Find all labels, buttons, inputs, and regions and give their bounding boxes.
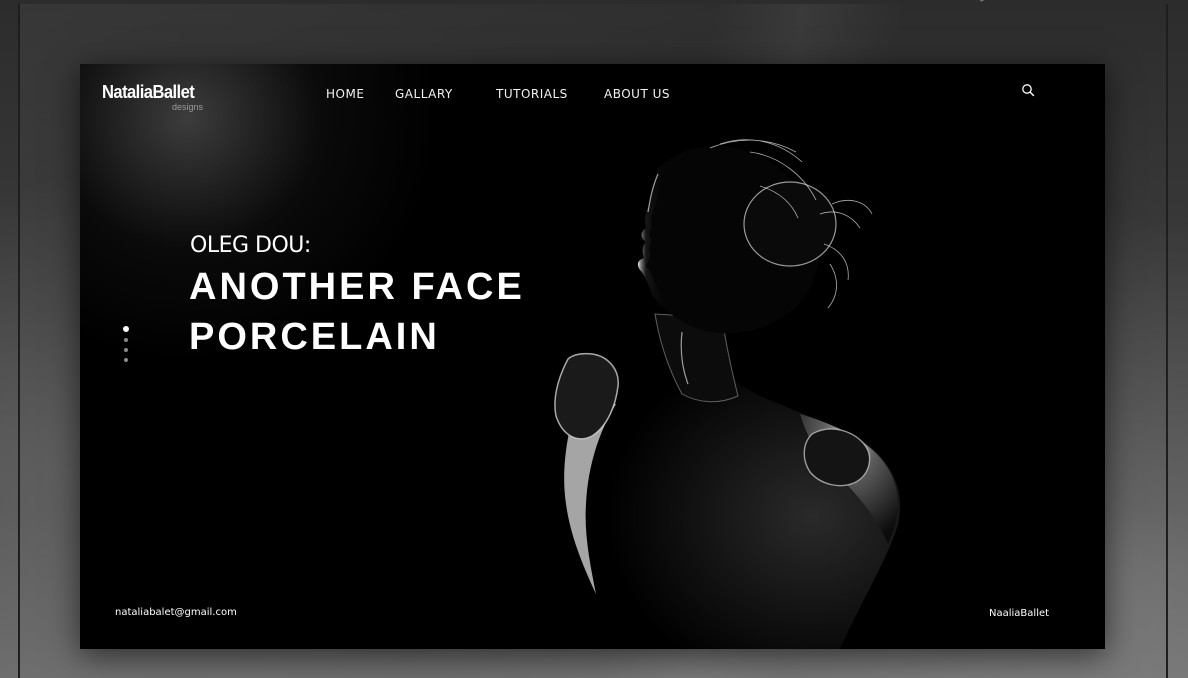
slide-dot-2[interactable] [124, 338, 128, 342]
hero-headline-line-1: ANOTHER FACE [189, 266, 525, 308]
slide-dot-4[interactable] [124, 358, 128, 362]
nav-item-about-us[interactable]: ABOUT US [604, 86, 670, 102]
hero-section: NataliaBallet designs HOME GALLARY TUTOR… [80, 64, 1105, 649]
logo-tagline: designs [172, 102, 204, 112]
logo-wordmark: NataliaBallet [102, 82, 195, 102]
nav-item-home[interactable]: HOME [326, 86, 364, 102]
search-button[interactable] [1020, 82, 1036, 98]
hero-kicker: OLEG DOU: [190, 233, 311, 258]
footer-brand: NaaliaBallet [989, 608, 1050, 619]
nav-item-gallary[interactable]: GALLARY [395, 86, 453, 102]
brand-logo[interactable]: NataliaBallet designs [102, 81, 212, 115]
footer-email-link[interactable]: nataliabalet@gmail.com [115, 607, 237, 618]
hero-headline-line-2: PORCELAIN [189, 316, 440, 358]
search-icon [1022, 84, 1035, 97]
hero-portrait-image [554, 139, 901, 649]
slide-dot-3[interactable] [124, 348, 128, 352]
hero-headline: ANOTHER FACE PORCELAIN [189, 262, 525, 362]
backdrop-light-streak [980, 0, 1090, 2]
nav-item-tutorials[interactable]: TUTORIALS [496, 86, 568, 102]
slide-dot-1[interactable] [123, 326, 129, 332]
slide-indicator [122, 326, 130, 366]
